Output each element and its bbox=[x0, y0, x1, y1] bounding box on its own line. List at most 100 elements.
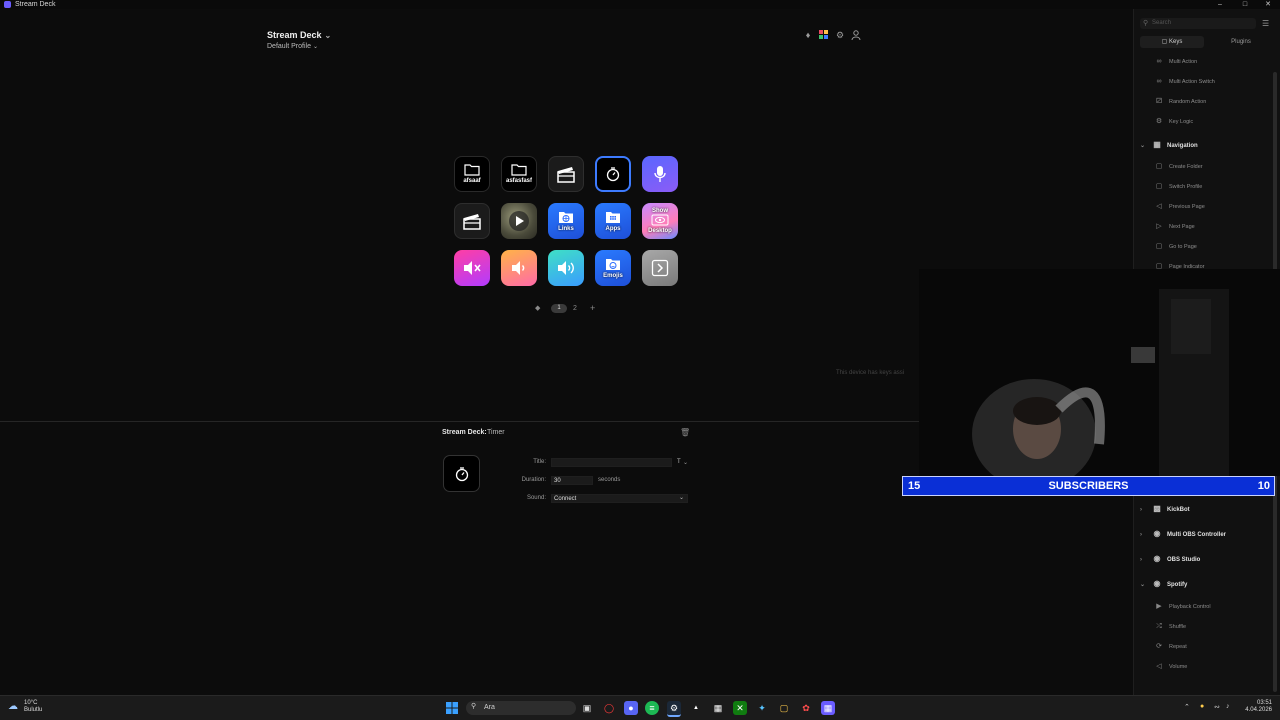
chevron-up-icon[interactable]: ⌃ bbox=[1184, 703, 1190, 711]
apps-folder-icon bbox=[606, 211, 620, 223]
action-go-to-page[interactable]: ▢ Go to Page bbox=[1153, 241, 1197, 253]
key-mute[interactable] bbox=[454, 250, 490, 286]
group-kickbot[interactable]: › ▩ KickBot bbox=[1140, 502, 1190, 516]
action-switch-profile[interactable]: ▢ Switch Profile bbox=[1153, 181, 1203, 193]
group-navigation[interactable]: ⌄ ▦ Navigation bbox=[1140, 138, 1198, 152]
group-spotify[interactable]: ⌄ ◉ Spotify bbox=[1140, 577, 1187, 591]
folder-icon bbox=[511, 164, 527, 176]
pager-prev-icon[interactable]: ◆ bbox=[535, 303, 540, 314]
key-apps[interactable]: Apps bbox=[595, 203, 631, 239]
key-play-media[interactable] bbox=[501, 203, 537, 239]
duration-field-label: Duration: bbox=[521, 477, 546, 483]
notification-bell-icon[interactable]: ♦ bbox=[803, 30, 813, 40]
action-multi-action-switch[interactable]: ∞ Multi Action Switch bbox=[1153, 76, 1215, 88]
discord-icon[interactable]: ● bbox=[624, 701, 638, 715]
pager-page-1[interactable]: 1 bbox=[551, 304, 567, 313]
multi-action-icon: ∞ bbox=[1156, 58, 1162, 65]
key-clapperboard[interactable] bbox=[548, 156, 584, 192]
action-label: Playback Control bbox=[1169, 604, 1211, 610]
clapperboard-icon bbox=[463, 214, 481, 230]
group-multi-obs-controller[interactable]: › ◉ Multi OBS Controller bbox=[1140, 527, 1226, 541]
task-view-icon[interactable]: ▣ bbox=[580, 701, 594, 715]
action-shuffle[interactable]: ⤮ Shuffle bbox=[1153, 621, 1186, 633]
action-volume[interactable]: ◁ Volume bbox=[1153, 661, 1187, 673]
key-timer-selected[interactable] bbox=[595, 156, 631, 192]
xbox-icon[interactable]: ✕ bbox=[733, 701, 747, 715]
elgato-icon[interactable]: ▲ bbox=[689, 701, 703, 715]
key-folder-afsaaf[interactable]: afsaaf bbox=[454, 156, 490, 192]
pager-page-2[interactable]: 2 bbox=[573, 303, 577, 314]
folder-icon bbox=[464, 164, 480, 176]
action-create-folder[interactable]: ▢ Create Folder bbox=[1153, 161, 1203, 173]
copilot-icon[interactable]: ✦ bbox=[755, 701, 769, 715]
microphone-tray-icon[interactable]: ● bbox=[1200, 703, 1204, 710]
action-previous-page[interactable]: ◁ Previous Page bbox=[1153, 201, 1204, 213]
subscriber-count-right: 10 bbox=[1257, 480, 1270, 492]
device-name: Stream Deck bbox=[267, 30, 322, 40]
clock-date: 4.04.2026 bbox=[1245, 707, 1272, 713]
clock-time: 03:51 bbox=[1256, 700, 1272, 706]
speaker-icon: ◁ bbox=[1156, 663, 1162, 670]
stream-deck-taskbar-icon[interactable]: ▦ bbox=[711, 701, 725, 715]
list-view-icon[interactable]: ☰ bbox=[1262, 18, 1269, 29]
action-repeat[interactable]: ⟳ Repeat bbox=[1153, 641, 1187, 653]
chevron-down-icon: ⌄ bbox=[1140, 143, 1146, 149]
trash-icon[interactable]: 🗑 bbox=[680, 428, 690, 437]
gear-icon[interactable]: ⚙ bbox=[835, 30, 845, 40]
steam-icon[interactable]: ⚙ bbox=[667, 701, 681, 717]
action-random-action[interactable]: ⚂ Random Action bbox=[1153, 96, 1206, 108]
key-show-desktop[interactable]: Show Desktop bbox=[642, 203, 678, 239]
key-volume-down[interactable] bbox=[501, 250, 537, 286]
speaker-tray-icon[interactable]: ♪ bbox=[1226, 703, 1230, 710]
speaker-low-icon bbox=[512, 261, 525, 275]
action-playback-control[interactable]: ▶ Playback Control bbox=[1153, 601, 1211, 613]
opera-icon[interactable]: ◯ bbox=[602, 701, 616, 715]
action-next-page[interactable]: ▷ Next Page bbox=[1153, 221, 1194, 233]
spotify-taskbar-icon[interactable]: ≡ bbox=[645, 701, 659, 715]
key-next-page[interactable] bbox=[642, 250, 678, 286]
windows-start-icon[interactable] bbox=[445, 701, 459, 715]
action-key-preview[interactable] bbox=[443, 455, 480, 492]
close-button[interactable]: ✕ bbox=[1256, 0, 1280, 9]
key-volume-up[interactable] bbox=[548, 250, 584, 286]
stream-deck-active-icon[interactable]: ▦ bbox=[821, 701, 835, 715]
microphone-icon bbox=[654, 166, 666, 182]
marketplace-icon[interactable] bbox=[819, 30, 829, 40]
group-obs-studio[interactable]: › ◉ OBS Studio bbox=[1140, 552, 1200, 566]
pager-add-page[interactable]: + bbox=[590, 303, 595, 314]
chevron-down-icon[interactable]: ⌄ bbox=[679, 494, 684, 501]
key-clapperboard-2[interactable] bbox=[454, 203, 490, 239]
title-field[interactable] bbox=[551, 458, 672, 467]
key-label: Links bbox=[558, 225, 574, 232]
taskbar-search[interactable]: Ara bbox=[466, 701, 576, 715]
account-icon[interactable] bbox=[851, 30, 861, 41]
action-key-logic[interactable]: ⚙ Key Logic bbox=[1153, 116, 1193, 128]
key-links[interactable]: Links bbox=[548, 203, 584, 239]
wifi-icon[interactable]: ∾ bbox=[1214, 703, 1220, 711]
key-folder-asfasfasf[interactable]: asfasfasf bbox=[501, 156, 537, 192]
app-icon-red[interactable]: ✿ bbox=[799, 701, 813, 715]
maximize-button[interactable]: □ bbox=[1233, 0, 1257, 9]
system-clock[interactable]: 03:51 4.04.2026 bbox=[1240, 700, 1272, 714]
actions-search-input[interactable]: Search bbox=[1140, 18, 1256, 29]
title-format-toggle[interactable]: T bbox=[677, 459, 681, 465]
minimize-button[interactable]: – bbox=[1208, 0, 1232, 9]
action-multi-action[interactable]: ∞ Multi Action bbox=[1153, 56, 1198, 68]
key-microphone[interactable] bbox=[642, 156, 678, 192]
file-explorer-icon[interactable]: ▢ bbox=[777, 701, 791, 715]
chevron-down-icon[interactable]: ⌄ bbox=[683, 459, 688, 466]
device-selector[interactable]: Stream Deck ⌄ bbox=[267, 30, 331, 40]
sound-select[interactable]: Connect bbox=[551, 494, 688, 503]
emoji-folder-icon bbox=[606, 258, 620, 270]
webcam-feed-image bbox=[919, 269, 1280, 476]
tab-plugins[interactable]: Plugins bbox=[1212, 36, 1270, 48]
key-emojis[interactable]: Emojis bbox=[595, 250, 631, 286]
tab-keys[interactable]: ▢ Keys bbox=[1140, 36, 1204, 48]
window-title: Stream Deck bbox=[15, 1, 56, 8]
chevron-down-icon: ⌄ bbox=[1140, 582, 1146, 588]
duration-field[interactable]: 30 bbox=[551, 476, 593, 485]
weather-widget[interactable]: 10°C Bulutlu bbox=[24, 700, 42, 714]
play-icon: ▶ bbox=[1156, 603, 1162, 610]
profile-selector[interactable]: Default Profile ⌄ bbox=[267, 43, 318, 50]
play-icon bbox=[509, 211, 529, 231]
